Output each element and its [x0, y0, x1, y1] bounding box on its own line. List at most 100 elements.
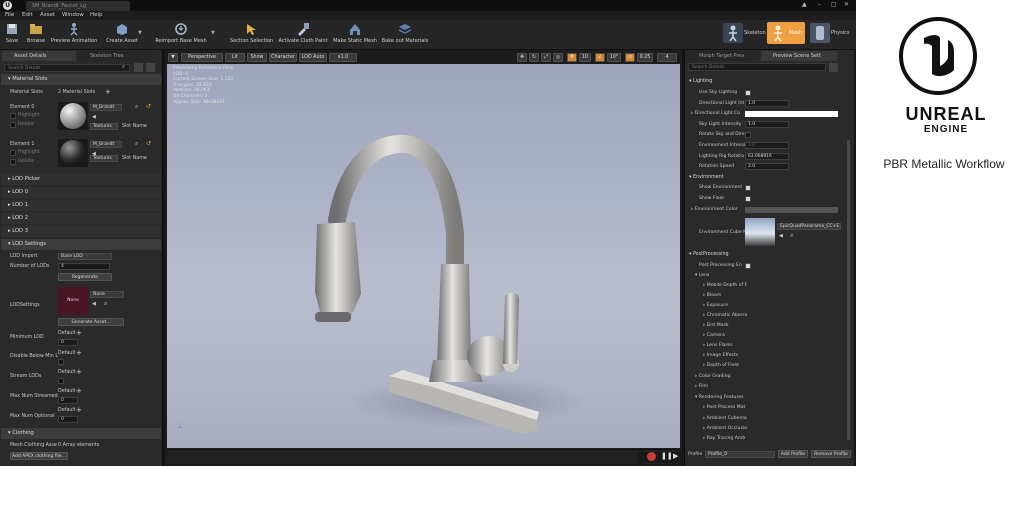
lod-3-header[interactable]: ▸ LOD 3 — [1, 226, 161, 237]
lens-item[interactable]: ▹ Exposure — [703, 303, 728, 308]
directional-light-color-swatch[interactable] — [745, 111, 838, 117]
lod-picker-header[interactable]: ▸ LOD Picker — [1, 174, 161, 185]
lens-item[interactable]: ▹ Depth of Field — [703, 363, 739, 368]
textures-dropdown[interactable]: Textures — [90, 123, 118, 130]
create-asset-button[interactable]: Create Asset — [104, 22, 140, 48]
regenerate-button[interactable]: Regenerate — [58, 273, 112, 281]
mesh-mode-button[interactable]: Mesh — [767, 22, 805, 44]
reimport-base-mesh-button[interactable]: Reimport Base Mesh — [155, 22, 207, 48]
reset-icon[interactable]: ↺ — [146, 140, 151, 147]
add-icon[interactable]: + — [76, 349, 82, 357]
tab-asset-details[interactable]: Asset Details — [2, 51, 76, 61]
add-profile-button[interactable]: Add Profile — [778, 450, 808, 458]
film-item[interactable]: ▹ Film — [695, 384, 708, 389]
lod-settings-picker[interactable]: None — [90, 291, 124, 298]
environment-header[interactable]: ▾ Environment — [689, 175, 724, 180]
disable-below-min-lod-checkbox[interactable] — [58, 359, 64, 365]
skeleton-mode-button[interactable] — [723, 23, 743, 43]
lens-item[interactable]: ▹ Dirt Mask — [703, 323, 729, 328]
material-thumbnail[interactable] — [58, 139, 88, 167]
isolate-checkbox[interactable] — [10, 122, 16, 128]
cube-map-picker[interactable]: EpicQuadPanorama_CC+E — [777, 223, 841, 230]
clothing-header[interactable]: ▾ Clothing — [1, 428, 161, 439]
rotate-tool-icon[interactable]: ↻ — [529, 53, 539, 62]
view-options-icon[interactable] — [134, 63, 143, 72]
lens-item[interactable]: ▹ Chromatic Aberra — [703, 313, 747, 318]
browse-arrow-icon[interactable]: ◀ — [92, 114, 96, 120]
material-thumbnail[interactable] — [58, 102, 88, 130]
camera-speed-button[interactable]: 4 — [657, 53, 677, 62]
reset-icon[interactable]: ↺ — [146, 103, 151, 110]
lighting-header[interactable]: ▾ Lighting — [689, 79, 712, 84]
find-icon[interactable]: ⌕ — [135, 103, 138, 111]
create-asset-dropdown-icon[interactable]: ▼ — [138, 30, 142, 36]
material-picker[interactable]: M_Brandt — [90, 104, 122, 111]
lighting-rig-rotation-input[interactable]: 63.668916 — [745, 153, 789, 160]
save-button[interactable]: Save — [3, 22, 21, 48]
sky-light-intensity-input[interactable]: 1.0 — [745, 121, 789, 128]
browse-arrow-icon[interactable]: ◀ — [92, 301, 96, 307]
rendering-item[interactable]: ▹ Ambient Occlusio — [703, 426, 747, 431]
max-num-optional-input[interactable]: 0 — [58, 416, 78, 423]
color-grading-item[interactable]: ▹ Color Grading — [695, 374, 731, 379]
search-input[interactable]: Search Details — [688, 63, 826, 71]
browse-button[interactable]: Browse — [24, 22, 48, 48]
highlight-checkbox[interactable] — [10, 113, 16, 119]
playback-speed-button[interactable]: x1.0 — [329, 53, 357, 62]
menu-help[interactable]: Help — [90, 12, 103, 18]
world-space-icon[interactable]: ◎ — [553, 53, 563, 62]
notification-icon[interactable]: ▲ — [802, 1, 807, 8]
scale-snap-icon[interactable]: ⊡ — [625, 53, 635, 62]
play-icon[interactable]: ▶ — [673, 452, 678, 460]
character-button[interactable]: Character — [269, 53, 297, 62]
remove-profile-button[interactable]: Remove Profile — [811, 450, 851, 458]
material-picker[interactable]: M_Brandt — [90, 141, 122, 148]
rotate-sky-checkbox[interactable] — [745, 132, 751, 138]
tab-skeleton-tree[interactable]: Skeleton Tree — [78, 51, 152, 61]
pause-icon[interactable]: ❚❚ — [661, 452, 673, 460]
make-static-mesh-button[interactable]: Make Static Mesh — [333, 22, 377, 48]
add-material-slot-icon[interactable]: + — [105, 88, 111, 96]
show-floor-checkbox[interactable] — [745, 196, 751, 202]
lit-button[interactable]: Lit — [225, 53, 245, 62]
environment-intensity-input[interactable]: 1.0 — [745, 142, 789, 149]
number-of-lods-input[interactable]: 4 — [58, 263, 110, 270]
minimize-icon[interactable]: – — [818, 1, 821, 8]
rendering-item[interactable]: ▹ Post Process Mat — [703, 405, 745, 410]
grid-snap-value[interactable]: 10 — [579, 53, 591, 62]
directional-light-intensity-input[interactable]: 1.0 — [745, 100, 789, 107]
lens-item[interactable]: ▹ Bloom — [703, 293, 721, 298]
search-input[interactable]: Search Details — [4, 64, 130, 72]
textures-dropdown[interactable]: Textures — [90, 155, 118, 162]
lod-2-header[interactable]: ▸ LOD 2 — [1, 213, 161, 224]
activate-cloth-paint-button[interactable]: Activate Cloth Paint — [278, 22, 328, 48]
settings-icon[interactable] — [829, 63, 838, 72]
menu-window[interactable]: Window — [62, 12, 84, 18]
bake-out-materials-button[interactable]: Bake out Materials — [381, 22, 429, 48]
settings-icon[interactable] — [146, 63, 155, 72]
lod-auto-button[interactable]: LOD Auto — [299, 53, 327, 62]
lod-import-dropdown[interactable]: Base LOD — [58, 253, 112, 260]
minimum-lod-input[interactable]: 0 — [58, 339, 78, 346]
tab-preview-scene-settings[interactable]: Preview Scene Sett — [761, 51, 837, 61]
isolate-checkbox[interactable] — [10, 159, 16, 165]
lens-header[interactable]: ▾ Lens — [695, 273, 709, 278]
profile-dropdown[interactable]: Profile_0 — [705, 451, 775, 458]
rotation-snap-icon[interactable]: ∠ — [595, 53, 605, 62]
show-button[interactable]: Show — [247, 53, 267, 62]
rendering-item[interactable]: ▹ Ambient Cubema — [703, 416, 747, 421]
viewport-menu-button[interactable]: ▼ — [168, 53, 178, 62]
lens-item[interactable]: ▹ Image Effects — [703, 353, 738, 358]
cube-map-thumbnail[interactable] — [745, 218, 775, 246]
add-icon[interactable]: + — [76, 406, 82, 414]
highlight-checkbox[interactable] — [10, 150, 16, 156]
maximize-icon[interactable]: □ — [831, 1, 837, 8]
translate-tool-icon[interactable]: ✥ — [517, 53, 527, 62]
stream-lods-checkbox[interactable] — [58, 378, 64, 384]
scale-tool-icon[interactable]: ⤢ — [541, 53, 551, 62]
rendering-features-header[interactable]: ▾ Rendering Features — [695, 395, 743, 400]
physics-mode-button[interactable] — [810, 23, 830, 43]
find-icon[interactable]: ⌕ — [790, 232, 793, 240]
lod-settings-header[interactable]: ▾ LOD Settings — [1, 239, 161, 250]
close-icon[interactable]: ✕ — [844, 1, 849, 8]
